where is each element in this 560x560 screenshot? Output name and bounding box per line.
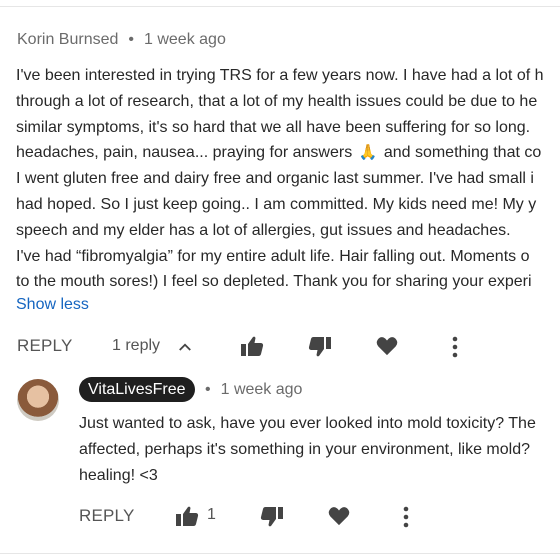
comment-line: I've been interested in trying TRS for a…: [16, 67, 544, 84]
separator-dot: •: [128, 31, 134, 48]
heart-icon[interactable]: [328, 506, 350, 526]
reply-button[interactable]: REPLY: [17, 336, 73, 356]
reply-time[interactable]: 1 week ago: [221, 381, 303, 398]
comment-line: I've had “fibromyalgia” for my entire ad…: [16, 247, 530, 265]
comment-line: had hoped. So I just keep going.. I am c…: [16, 195, 537, 213]
thumb-down-icon[interactable]: [260, 506, 284, 528]
top-divider: [0, 6, 560, 7]
like-count: 1: [207, 506, 216, 523]
comment-body: I've been interested in trying TRS for a…: [16, 63, 560, 295]
comment-action-bar: REPLY 1 reply: [0, 328, 560, 364]
more-vert-icon[interactable]: [451, 336, 459, 358]
reply-header: • 1 week ago: [205, 381, 302, 399]
replies-toggle[interactable]: 1 reply: [112, 337, 160, 355]
comment-line: to the mouth sores!) I feel so depleted.…: [16, 273, 532, 291]
reply-button[interactable]: REPLY: [79, 506, 135, 526]
reply-line: affected, perhaps it's something in your…: [79, 440, 530, 458]
comment-header: Korin Burnsed • 1 week ago: [17, 31, 226, 49]
thumb-up-icon[interactable]: [240, 335, 264, 357]
reply-line: healing! <3: [79, 466, 158, 484]
reply-author-chip[interactable]: VitaLivesFree: [79, 377, 195, 402]
comment-time[interactable]: 1 week ago: [144, 31, 226, 48]
heart-icon[interactable]: [376, 336, 398, 356]
comment-line: through a lot of research, that a lot of…: [16, 92, 538, 110]
bottom-divider: [0, 553, 560, 554]
show-less-link[interactable]: Show less: [16, 296, 89, 314]
comment-line-part: and something that co: [383, 144, 542, 162]
comment-line: headaches, pain, nausea... praying for a…: [16, 140, 560, 166]
separator-dot: •: [205, 381, 211, 398]
thumb-down-icon[interactable]: [308, 336, 332, 358]
thumb-up-icon[interactable]: [175, 505, 199, 527]
reply-body: Just wanted to ask, have you ever looked…: [79, 411, 560, 488]
comment-line-part: headaches, pain, nausea... praying for a…: [16, 144, 353, 162]
comment-line: speech and my elder has a lot of allergi…: [16, 221, 511, 239]
praying-hands-emoji: 🙏: [358, 144, 378, 162]
chevron-up-icon[interactable]: [176, 338, 194, 356]
avatar[interactable]: [17, 379, 59, 421]
comment-author[interactable]: Korin Burnsed: [17, 31, 118, 48]
reply-action-bar: REPLY: [0, 498, 560, 534]
reply-line: Just wanted to ask, have you ever looked…: [79, 415, 536, 432]
comment-line: similar symptoms, it's so hard that we a…: [16, 118, 531, 136]
more-vert-icon[interactable]: [402, 506, 410, 528]
comment-line: I went gluten free and dairy free and or…: [16, 170, 534, 188]
